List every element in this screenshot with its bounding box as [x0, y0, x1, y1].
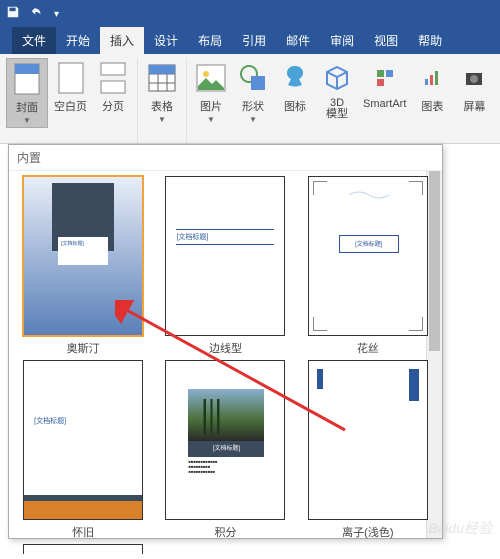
3d-model-button[interactable]: 3D 模型	[317, 58, 357, 122]
tab-review[interactable]: 审阅	[320, 27, 364, 54]
tab-insert[interactable]: 插入	[100, 27, 144, 54]
watermark: Baidu经验	[428, 518, 492, 538]
tab-view[interactable]: 视图	[364, 27, 408, 54]
template-name: 花丝	[357, 340, 379, 356]
picture-label: 图片	[200, 98, 222, 114]
gallery-section-header: 内置	[9, 145, 442, 171]
shapes-button[interactable]: 形状 ▼	[233, 58, 273, 126]
template-thumbnail[interactable]: [文档标题]	[165, 176, 285, 336]
tab-design[interactable]: 设计	[144, 27, 188, 54]
cover-page-gallery: 内置 [文档标题] 奥斯汀 [文档标题] 边线型 [文档标题]	[8, 144, 443, 539]
cover-page-label: 封面	[16, 99, 38, 115]
3d-model-label: 3D 模型	[326, 98, 348, 120]
ribbon-tabs: 文件 开始 插入 设计 布局 引用 邮件 审阅 视图 帮助	[0, 28, 500, 54]
cover-template-integral[interactable]: [文档标题] ■■■■■■■■■■■■■■■■■■■■■■■■■■■■■■■■ …	[156, 360, 294, 540]
smartart-label: SmartArt	[363, 98, 406, 110]
cover-template-austin[interactable]: [文档标题] 奥斯汀	[14, 176, 152, 356]
gallery-scrollbar[interactable]	[426, 171, 442, 538]
cover-template-sideline[interactable]: [文档标题] 边线型	[156, 176, 294, 356]
picture-button[interactable]: 图片 ▼	[191, 58, 231, 126]
chart-button[interactable]: 图表	[412, 58, 452, 116]
icons-icon	[279, 60, 311, 96]
page-break-icon	[97, 60, 129, 96]
chart-icon	[416, 60, 448, 96]
qat-more-icon[interactable]: ▾	[54, 9, 59, 20]
template-name: 怀旧	[72, 524, 94, 540]
cube-icon	[321, 60, 353, 96]
icons-label: 图标	[284, 98, 306, 114]
table-icon	[146, 60, 178, 96]
blank-page-button[interactable]: 空白页	[50, 58, 91, 116]
table-button[interactable]: 表格 ▼	[142, 58, 182, 126]
scrollbar-thumb[interactable]	[429, 171, 440, 351]
picture-icon	[195, 60, 227, 96]
template-thumbnail[interactable]: [文档标题]	[23, 176, 143, 336]
page-break-button[interactable]: 分页	[93, 58, 133, 116]
tab-file[interactable]: 文件	[12, 27, 56, 54]
save-icon[interactable]	[6, 5, 20, 24]
template-thumbnail[interactable]: [文档标题]	[23, 360, 143, 520]
cover-template-ion-light[interactable]: 离子(浅色)	[299, 360, 437, 540]
template-name: 奥斯汀	[67, 340, 100, 356]
undo-icon[interactable]	[30, 5, 44, 24]
template-thumbnail[interactable]: [文档标题] ■■■■■■■■■■■■■■■■■■■■■■■■■■■■■■■■	[165, 360, 285, 520]
ribbon: 封面 ▼ 空白页 分页 表格 ▼ 图片	[0, 54, 500, 144]
table-label: 表格	[151, 98, 173, 114]
icons-button[interactable]: 图标	[275, 58, 315, 116]
tab-help[interactable]: 帮助	[408, 27, 452, 54]
tab-layout[interactable]: 布局	[188, 27, 232, 54]
cover-template-retrospect[interactable]: [文档标题] 怀旧	[14, 360, 152, 540]
blank-page-label: 空白页	[54, 98, 87, 114]
cover-page-icon	[11, 61, 43, 97]
shapes-icon	[237, 60, 269, 96]
tab-mail[interactable]: 邮件	[276, 27, 320, 54]
tab-home[interactable]: 开始	[56, 27, 100, 54]
template-name: 边线型	[209, 340, 242, 356]
screenshot-label: 屏幕	[463, 98, 485, 114]
dropdown-arrow-icon: ▼	[23, 116, 31, 125]
smartart-button[interactable]: SmartArt	[359, 58, 410, 112]
tab-references[interactable]: 引用	[232, 27, 276, 54]
blank-page-icon	[55, 60, 87, 96]
template-thumbnail[interactable]	[308, 360, 428, 520]
screenshot-button[interactable]: 屏幕	[454, 58, 494, 116]
shapes-label: 形状	[242, 98, 264, 114]
template-name: 离子(浅色)	[342, 524, 393, 540]
dropdown-arrow-icon: ▼	[158, 115, 166, 124]
smartart-icon	[369, 60, 401, 96]
title-bar: ▾	[0, 0, 500, 28]
template-thumbnail[interactable]	[23, 544, 143, 554]
dropdown-arrow-icon: ▼	[249, 115, 257, 124]
cover-template-filigree[interactable]: [文档标题] 花丝	[299, 176, 437, 356]
template-thumbnail[interactable]: [文档标题]	[308, 176, 428, 336]
cover-page-button[interactable]: 封面 ▼	[6, 58, 48, 128]
page-break-label: 分页	[102, 98, 124, 114]
template-name: 积分	[214, 524, 236, 540]
dropdown-arrow-icon: ▼	[207, 115, 215, 124]
cover-template-partial[interactable]	[14, 544, 152, 554]
camera-icon	[458, 60, 490, 96]
chart-label: 图表	[421, 98, 443, 114]
